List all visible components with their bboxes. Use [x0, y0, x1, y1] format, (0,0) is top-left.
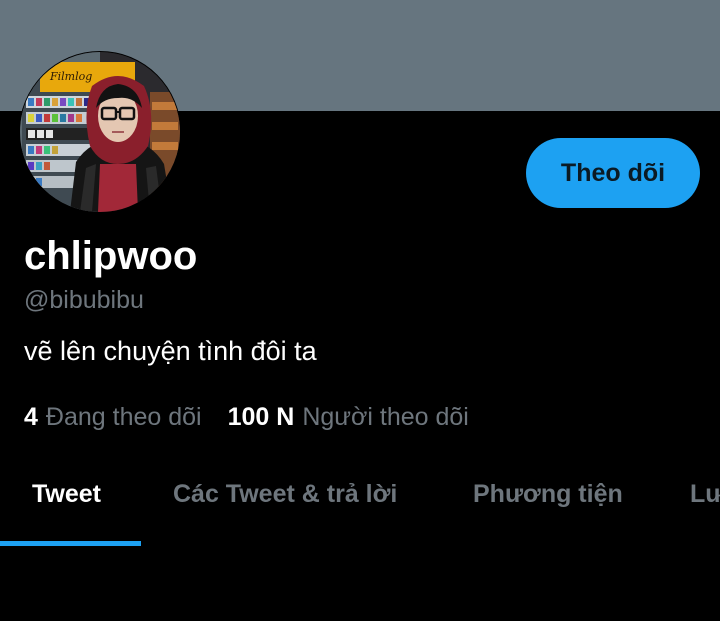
avatar-sign-text: Filmlog: [49, 70, 92, 83]
tab-likes[interactable]: Lượt thích: [690, 470, 720, 546]
followers-label: Người theo dõi: [302, 403, 469, 431]
tab-tweets[interactable]: Tweet: [32, 470, 101, 546]
following-label: Đang theo dõi: [45, 403, 202, 431]
followers-count: 100 N: [227, 403, 295, 431]
display-name: chlipwoo: [24, 234, 198, 278]
active-tab-indicator: [0, 541, 141, 546]
profile-page: Filmlog Theo dõi chlipwoo @bibubibu vẽ l…: [0, 0, 720, 621]
tab-media[interactable]: Phương tiện: [473, 470, 623, 546]
follow-button[interactable]: Theo dõi: [526, 138, 700, 208]
followers-stat[interactable]: 100 N Người theo dõi: [228, 402, 469, 432]
profile-handle: @bibubibu: [24, 286, 144, 314]
avatar[interactable]: Filmlog: [20, 52, 180, 212]
avatar-photo: Filmlog: [20, 52, 180, 212]
profile-bio: vẽ lên chuyện tình đôi ta: [24, 336, 317, 366]
profile-tabs: Tweet Các Tweet & trả lời Phương tiện Lư…: [0, 470, 720, 546]
tab-tweets-and-replies[interactable]: Các Tweet & trả lời: [173, 470, 397, 546]
following-stat[interactable]: 4 Đang theo dõi: [24, 402, 202, 432]
profile-stats: 4 Đang theo dõi 100 N Người theo dõi: [24, 402, 469, 432]
following-count: 4: [24, 403, 38, 431]
